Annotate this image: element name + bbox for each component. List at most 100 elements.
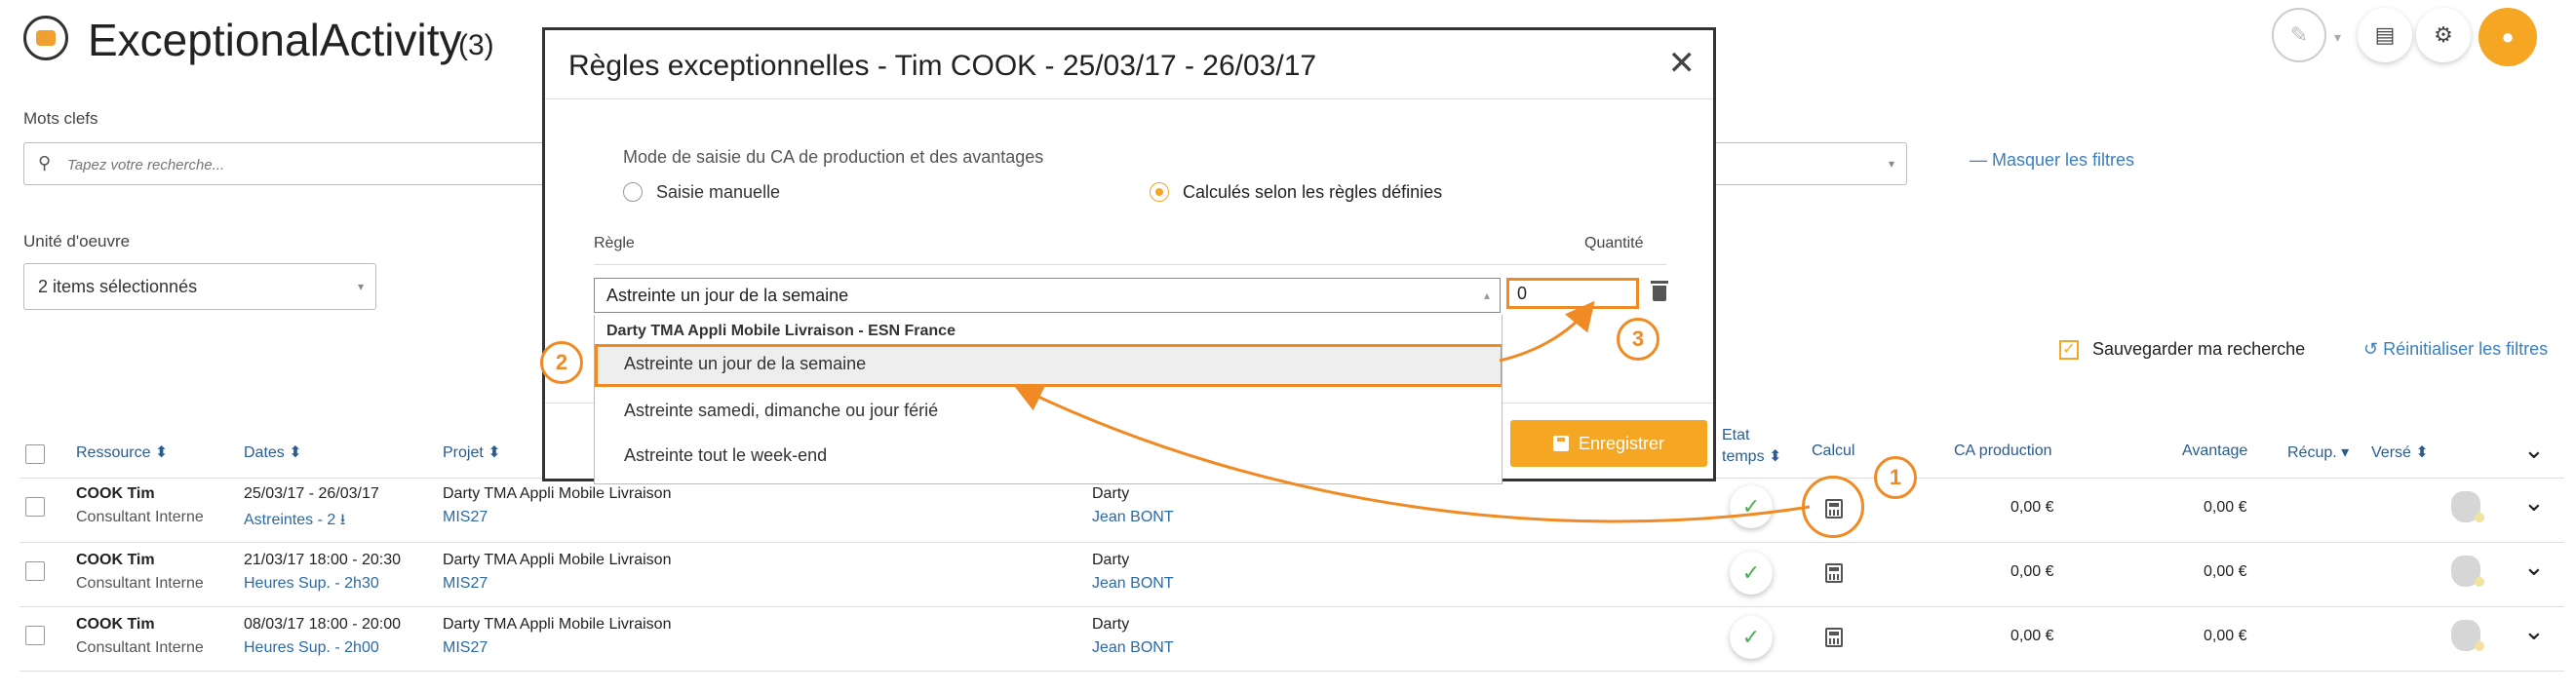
chevron-up-icon: ▴: [1483, 288, 1490, 302]
row-contact[interactable]: Jean BONT: [1092, 509, 1174, 526]
floppy-icon: [1552, 436, 1569, 451]
modal-header-divider: [545, 98, 1713, 99]
modal-title: Règles exceptionnelles - Tim COOK - 25/0…: [568, 50, 1317, 82]
calculator-icon[interactable]: [1825, 563, 1843, 583]
edit-pen-button[interactable]: ✎: [2272, 8, 2326, 62]
row-project[interactable]: Darty TMA Appli Mobile Livraison: [443, 616, 671, 634]
reset-filters-link[interactable]: ↺ Réinitialiser les filtres: [2363, 339, 2548, 360]
row-checkbox[interactable]: [25, 626, 45, 645]
annotation-step-1: 1: [1874, 456, 1917, 499]
calculator-icon[interactable]: [1825, 628, 1843, 647]
search-input[interactable]: [67, 153, 555, 176]
row-resource-role: Consultant Interne: [76, 639, 204, 656]
row-avantage: 0,00 €: [2204, 628, 2247, 644]
export-document-button[interactable]: ▤: [2358, 8, 2412, 62]
row-resource-name[interactable]: COOK Tim: [76, 616, 155, 634]
unit-select[interactable]: 2 items sélectionnés ▾: [23, 263, 376, 310]
settings-gear-button[interactable]: ⚙: [2416, 8, 2471, 62]
row-project[interactable]: Darty TMA Appli Mobile Livraison: [443, 552, 671, 569]
add-activity-button[interactable]: ●: [2478, 8, 2537, 66]
radio-manual-label[interactable]: Saisie manuelle: [656, 182, 780, 203]
row-resource-name[interactable]: COOK Tim: [76, 552, 155, 569]
row-expand-chevron-icon[interactable]: ⌄: [2523, 552, 2545, 582]
money-bag-app-icon: [23, 16, 68, 60]
hide-filters-link[interactable]: — Masquer les filtres: [1970, 150, 2134, 171]
dropdown-option[interactable]: Astreinte samedi, dimanche ou jour férié: [595, 391, 1502, 434]
row-resource-name[interactable]: COOK Tim: [76, 485, 155, 503]
row-detail[interactable]: Astreintes - 2 ⭳: [244, 509, 345, 535]
row-avantage: 0,00 €: [2204, 563, 2247, 580]
col-project[interactable]: Projet ⬍: [443, 442, 501, 462]
edit-caret-icon[interactable]: ▾: [2334, 29, 2341, 46]
expand-all-chevron-icon[interactable]: ⌄: [2523, 435, 2545, 465]
radio-rules-label[interactable]: Calculés selon les règles définies: [1183, 182, 1442, 203]
col-calcul: Calcul: [1812, 442, 1855, 459]
money-bag-icon[interactable]: [2451, 491, 2484, 522]
row-checkbox[interactable]: [25, 561, 45, 581]
row-dates: 08/03/17 18:00 - 20:00: [244, 616, 402, 633]
row-avantage: 0,00 €: [2204, 499, 2247, 516]
col-ca-production: CA production: [1954, 442, 2052, 459]
row-project[interactable]: Darty TMA Appli Mobile Livraison: [443, 485, 671, 503]
calculator-highlight-ring: [1802, 476, 1864, 538]
row-divider: [20, 542, 2564, 543]
close-icon[interactable]: ✕: [1668, 44, 1697, 83]
row-client[interactable]: Darty: [1092, 485, 1129, 503]
row-ca: 0,00 €: [2010, 499, 2054, 516]
row-client[interactable]: Darty: [1092, 552, 1129, 569]
row-client[interactable]: Darty: [1092, 616, 1129, 634]
radio-rules[interactable]: [1150, 182, 1169, 202]
col-etat-line1[interactable]: Etat: [1722, 427, 1749, 444]
col-rule-label: Règle: [594, 235, 635, 251]
rule-select-value: Astreinte un jour de la semaine: [606, 286, 849, 305]
validated-check-icon[interactable]: ✓: [1730, 485, 1773, 528]
save-button[interactable]: Enregistrer: [1510, 420, 1707, 467]
save-search-toggle[interactable]: ✓ Sauvegarder ma recherche: [2059, 339, 2305, 360]
unit-select-value: 2 items sélectionnés: [38, 277, 198, 296]
dropdown-option[interactable]: Astreinte un jour de la semaine: [595, 344, 1502, 387]
row-dates: 21/03/17 18:00 - 20:30: [244, 552, 402, 568]
col-resource[interactable]: Ressource ⬍: [76, 442, 168, 462]
row-checkbox[interactable]: [25, 497, 45, 517]
col-recup[interactable]: Récup. ▾: [2287, 442, 2349, 462]
exceptional-rules-modal: Règles exceptionnelles - Tim COOK - 25/0…: [542, 27, 1716, 484]
trash-icon[interactable]: [1651, 281, 1668, 301]
rule-select[interactable]: Astreinte un jour de la semaine ▴: [594, 278, 1501, 313]
dropdown-group-label: Darty TMA Appli Mobile Livraison - ESN F…: [606, 323, 956, 339]
col-dates[interactable]: Dates ⬍: [244, 442, 302, 462]
page-count: (3): [458, 29, 494, 61]
page: ExceptionalActivity (3) ✎ ▾ ▤ ⚙ ● Mots c…: [0, 0, 2576, 692]
row-dates: 25/03/17 - 26/03/17: [244, 485, 379, 502]
row-contact[interactable]: Jean BONT: [1092, 575, 1174, 593]
row-project-code[interactable]: MIS27: [443, 639, 488, 657]
row-project-code[interactable]: MIS27: [443, 509, 488, 526]
search-dropdown-caret-icon[interactable]: ▾: [1889, 157, 1894, 171]
select-all-checkbox[interactable]: [25, 444, 45, 464]
quantity-input[interactable]: 0: [1506, 278, 1639, 309]
annotation-step-3: 3: [1617, 318, 1659, 361]
row-project-code[interactable]: MIS27: [443, 575, 488, 593]
col-verse[interactable]: Versé ⬍: [2371, 442, 2429, 462]
unit-label: Unité d'oeuvre: [23, 232, 131, 250]
validated-check-icon[interactable]: ✓: [1730, 616, 1773, 659]
row-expand-chevron-icon[interactable]: ⌄: [2523, 616, 2545, 646]
row-expand-chevron-icon[interactable]: ⌄: [2523, 487, 2545, 518]
radio-manual[interactable]: [623, 182, 643, 202]
annotation-step-2: 2: [540, 341, 583, 384]
col-etat-line2[interactable]: temps ⬍: [1722, 446, 1781, 466]
row-resource-role: Consultant Interne: [76, 509, 204, 525]
row-ca: 0,00 €: [2010, 628, 2054, 644]
validated-check-icon[interactable]: ✓: [1730, 552, 1773, 595]
money-bag-icon[interactable]: [2451, 620, 2484, 651]
money-bag-icon[interactable]: [2451, 556, 2484, 587]
checkbox-checked-icon[interactable]: ✓: [2059, 339, 2079, 360]
col-qty-label: Quantité: [1584, 235, 1644, 251]
row-divider: [20, 671, 2564, 672]
row-detail: Heures Sup. - 2h30: [244, 575, 379, 592]
reset-filters-label: Réinitialiser les filtres: [2383, 339, 2549, 359]
dropdown-option[interactable]: Astreinte tout le week-end: [595, 436, 1502, 479]
rule-dropdown-list: Darty TMA Appli Mobile Livraison - ESN F…: [594, 315, 1503, 484]
row-ca: 0,00 €: [2010, 563, 2054, 580]
mode-label: Mode de saisie du CA de production et de…: [623, 147, 1044, 167]
row-contact[interactable]: Jean BONT: [1092, 639, 1174, 657]
